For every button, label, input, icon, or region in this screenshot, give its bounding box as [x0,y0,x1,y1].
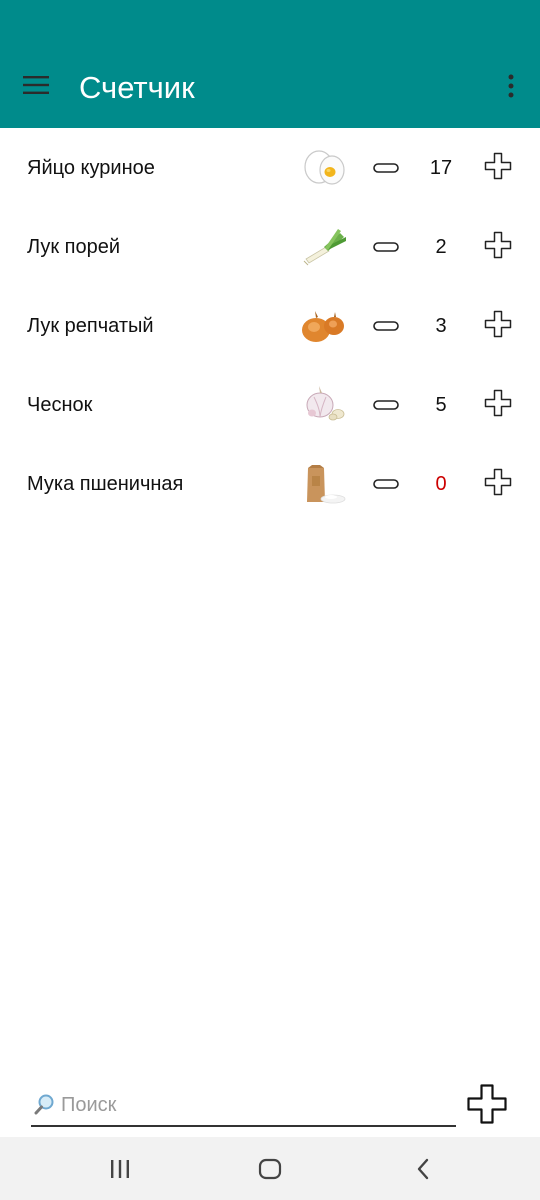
back-button[interactable] [408,1155,438,1183]
hamburger-menu-icon [23,76,49,94]
garlic-icon [306,386,345,421]
back-icon [417,1158,429,1180]
overflow-menu-button[interactable] [496,68,526,104]
home-button[interactable] [255,1155,285,1183]
decrement-button[interactable] [370,468,402,500]
item-count: 2 [435,236,447,258]
search-bar [31,1087,456,1127]
plus-icon [484,389,512,417]
app-bar: Счетчик [0,0,540,128]
search-icon [34,1094,54,1115]
search-input[interactable] [61,1091,451,1119]
menu-button[interactable] [18,70,54,100]
item-name: Яйцо куриное [27,157,155,179]
recent-apps-icon [111,1160,129,1178]
plus-icon [484,152,512,180]
home-icon [258,1158,282,1180]
item-name: Мука пшеничная [27,473,184,495]
system-nav-bar [0,1137,540,1200]
minus-icon [373,400,399,410]
item-count: 5 [435,394,447,416]
item-name: Лук репчатый [27,315,154,337]
plus-icon [484,231,512,259]
increment-button[interactable] [482,150,514,182]
increment-button[interactable] [482,308,514,340]
increment-button[interactable] [482,229,514,261]
list-item[interactable]: Чеснок 5 [0,365,540,444]
egg-icon [304,150,345,185]
list-item[interactable]: Яйцо куриное 17 [0,128,540,207]
decrement-button[interactable] [370,389,402,421]
minus-icon [373,242,399,252]
flour-bag-icon [307,465,346,504]
increment-button[interactable] [482,387,514,419]
item-list: Яйцо куриное 17 Лук порей 2 Лук репчатый… [0,128,540,523]
item-name: Лук порей [27,236,121,258]
minus-icon [373,479,399,489]
increment-button[interactable] [482,466,514,498]
recent-apps-button[interactable] [105,1155,135,1183]
leek-icon [303,229,346,266]
item-count: 0 [435,473,447,495]
more-vert-icon [508,74,514,98]
plus-icon [484,468,512,496]
minus-icon [373,321,399,331]
decrement-button[interactable] [370,152,402,184]
decrement-button[interactable] [370,310,402,342]
item-name: Чеснок [27,394,93,416]
list-item[interactable]: Мука пшеничная 0 [0,444,540,523]
list-item[interactable]: Лук репчатый 3 [0,286,540,365]
list-item[interactable]: Лук порей 2 [0,207,540,286]
page-title: Счетчик [79,70,195,105]
item-count: 3 [435,315,447,337]
decrement-button[interactable] [370,231,402,263]
onion-icon [302,311,344,342]
plus-icon [467,1084,507,1124]
add-item-button[interactable] [466,1083,508,1125]
plus-icon [484,310,512,338]
minus-icon [373,163,399,173]
item-count: 17 [429,157,453,179]
